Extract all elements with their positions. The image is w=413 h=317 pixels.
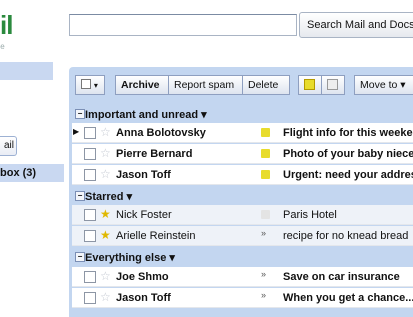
message-list-panel: ▾ Archive Report spam Delete Move to ▾ −… [69,67,413,317]
sender: Jason Toff [116,292,171,304]
select-dropdown[interactable]: ▾ [75,75,105,95]
collapse-icon[interactable]: − [75,191,85,201]
star-icon[interactable]: ☆ [100,167,111,181]
subject: Save on car insurance [283,271,400,283]
sender: Arielle Reinstein [116,230,196,242]
table-row[interactable]: ★ Nick Foster Paris Hotel [72,205,413,225]
row-checkbox[interactable] [84,127,96,139]
mark-important-button[interactable] [298,75,322,95]
row-checkbox[interactable] [84,148,96,160]
subject: Flight info for this weekend [283,127,413,139]
collapse-icon[interactable]: − [75,252,85,262]
chevron-right-icon[interactable]: » [261,290,270,300]
select-checkbox-icon [81,79,91,89]
report-spam-button[interactable]: Report spam [168,75,243,95]
section-label: Starred ▾ [85,191,133,203]
chevron-down-icon: ▾ [93,81,98,90]
important-marker-icon[interactable] [261,170,270,179]
section-label: Everything else ▾ [85,252,175,264]
row-checkbox[interactable] [84,271,96,283]
sender: Joe Shmo [116,271,169,283]
search-input[interactable] [69,14,297,36]
pointer-icon: ▶ [73,127,80,136]
sidebar-highlight [0,62,53,80]
sidebar-item-inbox[interactable]: box (3) [0,164,64,182]
mark-not-important-button[interactable] [321,75,345,95]
chevron-right-icon[interactable]: » [261,228,270,238]
table-row[interactable]: ★ Arielle Reinstein » recipe for no knea… [72,226,413,246]
important-marker-icon[interactable] [261,149,270,158]
table-row[interactable]: ☆ Jason Toff » When you get a chance... [72,288,413,308]
section-important-unread[interactable]: − Important and unread ▾ [72,105,413,123]
sender: Nick Foster [116,209,172,221]
delete-button[interactable]: Delete [242,75,290,95]
gmail-logo[interactable]: il gle [0,8,20,51]
section-everything-else[interactable]: − Everything else ▾ [72,248,413,266]
collapse-icon[interactable]: − [75,109,85,119]
not-important-marker-icon [327,79,338,90]
subject: recipe for no knead bread [283,230,409,242]
star-icon[interactable]: ★ [100,228,111,242]
star-icon[interactable]: ☆ [100,146,111,160]
important-marker-icon[interactable] [261,128,270,137]
subject: Paris Hotel [283,209,337,221]
table-row[interactable]: ☆ Pierre Bernard Photo of your baby niec… [72,144,413,164]
chevron-right-icon[interactable]: » [261,269,270,279]
sender: Pierre Bernard [116,148,193,160]
star-icon[interactable]: ★ [100,207,111,221]
subject: Photo of your baby niece [283,148,413,160]
sender: Anna Bolotovsky [116,127,206,139]
sender: Jason Toff [116,169,171,181]
row-checkbox[interactable] [84,230,96,242]
not-important-marker-icon[interactable] [261,210,270,219]
section-starred[interactable]: − Starred ▾ [72,187,413,205]
logo-mark: il [0,10,13,40]
subject: When you get a chance... [283,292,413,304]
archive-button[interactable]: Archive [115,75,169,95]
compose-mail-button[interactable]: ail [0,136,17,156]
logo-subtext: gle [0,42,5,51]
section-label: Important and unread ▾ [85,109,207,121]
search-mail-button[interactable]: Search Mail and Docs [299,12,413,38]
move-to-button[interactable]: Move to ▾ [354,75,413,95]
subject: Urgent: need your address [283,169,413,181]
important-marker-icon [304,79,315,90]
star-icon[interactable]: ☆ [100,125,111,139]
table-row[interactable]: ☆ Jason Toff Urgent: need your address [72,165,413,185]
table-row[interactable]: ☆ Joe Shmo » Save on car insurance [72,267,413,287]
row-checkbox[interactable] [84,292,96,304]
row-checkbox[interactable] [84,209,96,221]
star-icon[interactable]: ☆ [100,269,111,283]
row-checkbox[interactable] [84,169,96,181]
star-icon[interactable]: ☆ [100,290,111,304]
table-row[interactable]: ▶ ☆ Anna Bolotovsky Flight info for this… [72,123,413,143]
